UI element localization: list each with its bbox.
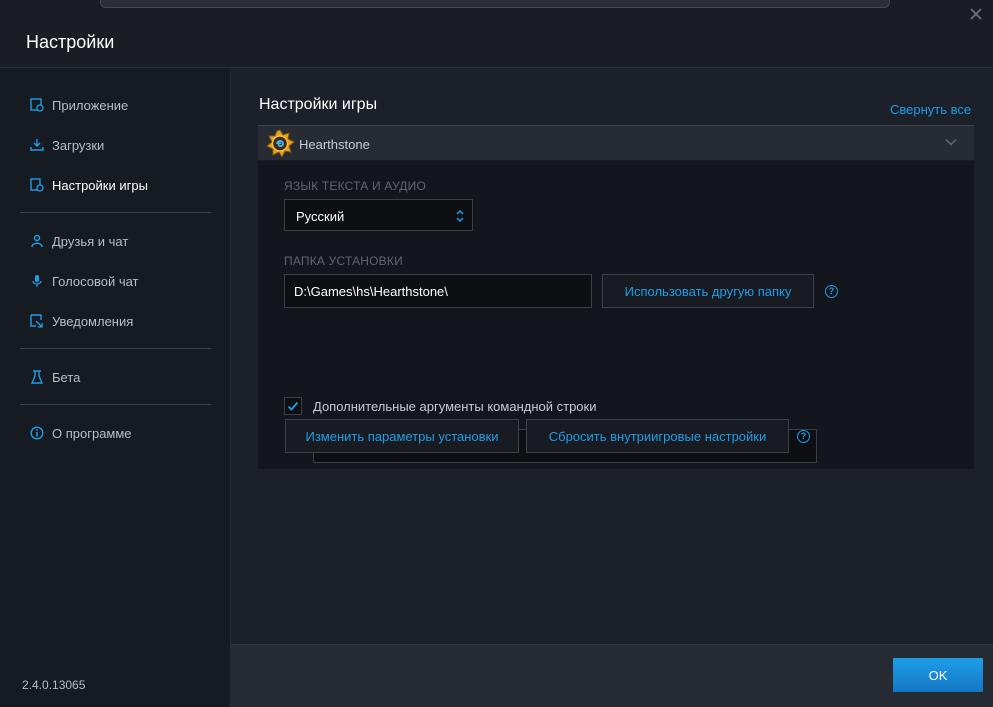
notification-icon: [30, 314, 44, 328]
beta-flask-icon: [30, 370, 44, 384]
game-section-header[interactable]: Hearthstone: [258, 125, 974, 161]
sidebar-divider: [20, 212, 211, 213]
sidebar-item-label: О программе: [52, 425, 132, 441]
help-icon[interactable]: ?: [797, 430, 810, 443]
collapse-all-link[interactable]: Свернуть все: [890, 102, 971, 117]
sidebar-divider: [20, 404, 211, 405]
sidebar-item-about[interactable]: О программе: [0, 416, 230, 450]
language-label: ЯЗЫК ТЕКСТА И АУДИО: [284, 179, 426, 193]
app-settings-icon: [30, 98, 44, 112]
main-panel: Настройки игры Свернуть все Hearthstone …: [231, 68, 993, 644]
ok-button[interactable]: OK: [893, 658, 983, 692]
sidebar-item-label: Бета: [52, 369, 81, 385]
footer-bar: OK: [231, 644, 993, 707]
cmd-args-label[interactable]: Дополнительные аргументы командной строк…: [313, 399, 596, 414]
sidebar: Приложение Загрузки Настройки игры Друзь…: [0, 68, 231, 707]
sidebar-item-label: Голосовой чат: [52, 273, 139, 289]
top-tab-strip: [100, 0, 890, 8]
info-icon: [30, 426, 44, 440]
language-select-value: Русский: [296, 209, 345, 224]
friends-icon: [30, 234, 44, 248]
language-select[interactable]: Русский: [284, 199, 473, 231]
sidebar-item-game-settings[interactable]: Настройки игры: [0, 168, 230, 202]
cmd-args-checkbox[interactable]: [284, 397, 302, 415]
install-folder-label: ПАПКА УСТАНОВКИ: [284, 254, 403, 268]
hearthstone-logo-icon: [265, 129, 295, 159]
sidebar-item-beta[interactable]: Бета: [0, 360, 230, 394]
version-label: 2.4.0.13065: [22, 678, 86, 692]
close-button[interactable]: [966, 4, 986, 24]
sidebar-item-label: Настройки игры: [52, 177, 148, 193]
reset-ingame-settings-button[interactable]: Сбросить внутриигровые настройки: [526, 419, 789, 453]
checkmark-icon: [287, 401, 299, 411]
chevron-down-icon[interactable]: [944, 135, 958, 149]
sidebar-divider: [20, 348, 211, 349]
sidebar-item-friends-chat[interactable]: Друзья и чат: [0, 224, 230, 258]
select-arrows-icon: [455, 208, 465, 224]
use-other-folder-button[interactable]: Использовать другую папку: [602, 274, 814, 308]
sidebar-item-voice-chat[interactable]: Голосовой чат: [0, 264, 230, 298]
install-path-field[interactable]: D:\Games\hs\Hearthstone\: [284, 274, 592, 308]
game-settings-icon: [30, 178, 44, 192]
sidebar-item-downloads[interactable]: Загрузки: [0, 128, 230, 162]
dialog-title: Настройки: [26, 32, 115, 52]
help-icon[interactable]: ?: [825, 285, 838, 298]
sidebar-item-label: Загрузки: [52, 137, 105, 153]
sidebar-item-label: Приложение: [52, 97, 129, 113]
microphone-icon: [30, 274, 44, 288]
close-icon: [970, 8, 982, 20]
sidebar-item-label: Уведомления: [52, 313, 134, 329]
change-install-options-button[interactable]: Изменить параметры установки: [285, 419, 519, 453]
sidebar-item-label: Друзья и чат: [52, 233, 129, 249]
sidebar-item-app[interactable]: Приложение: [0, 88, 230, 122]
download-icon: [30, 138, 44, 152]
title-bar: Настройки: [0, 0, 993, 68]
page-title: Настройки игры: [259, 96, 378, 113]
game-name: Hearthstone: [299, 137, 370, 152]
sidebar-item-notifications[interactable]: Уведомления: [0, 304, 230, 338]
